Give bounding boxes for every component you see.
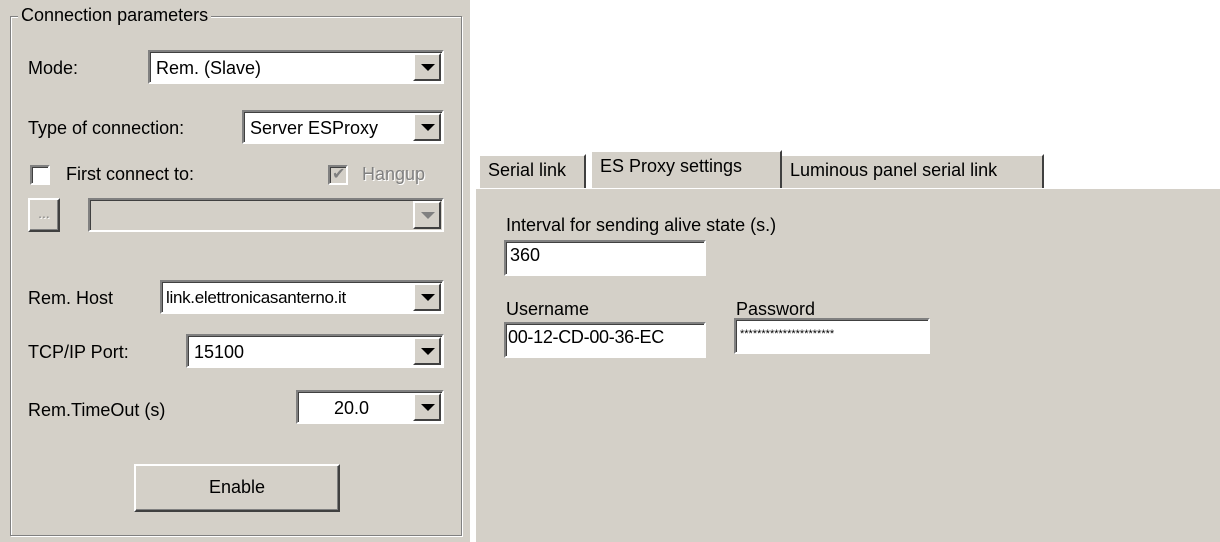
interval-value: 360 [510,245,541,265]
username-value: 00-12-CD-00-36-EC [508,327,664,347]
type-value: Server ESProxy [250,118,379,138]
chevron-down-icon[interactable] [413,393,441,421]
chevron-down-icon[interactable] [413,53,441,81]
port-label: TCP/IP Port: [28,342,129,362]
hangup-label: Hangup [362,164,426,184]
timeout-label: Rem.TimeOut (s) [28,400,166,420]
host-label: Rem. Host [28,288,114,308]
chevron-down-icon[interactable] [413,201,441,229]
host-select[interactable]: link.elettronicasanterno.it [160,280,444,314]
username-label: Username [506,299,590,319]
chevron-down-icon[interactable] [413,337,441,365]
type-select[interactable]: Server ESProxy [242,110,444,144]
host-value: link.elettronicasanterno.it [166,288,346,307]
interval-input[interactable]: 360 [504,240,706,276]
port-value: 15100 [194,342,245,362]
group-title: Connection parameters [18,4,212,26]
tab-label: ES Proxy settings [600,156,743,176]
tab-label: Luminous panel serial link [790,160,998,180]
mode-label: Mode: [28,58,79,78]
hangup-checkbox[interactable]: ✔ [328,165,348,185]
timeout-select[interactable]: 20.0 [296,390,444,424]
tab-luminous-panel[interactable]: Luminous panel serial link [780,154,1044,188]
browse-button[interactable]: ... [28,198,60,232]
connection-groupbox [10,16,462,536]
browse-button-label: ... [38,205,50,221]
checkmark-icon: ✔ [332,166,346,183]
first-connect-select[interactable] [88,198,444,232]
port-select[interactable]: 15100 [186,334,444,368]
password-label: Password [736,299,816,319]
interval-label: Interval for sending alive state (s.) [506,215,777,235]
mode-value: Rem. (Slave) [156,58,262,78]
enable-button-label: Enable [208,477,266,497]
tab-label: Serial link [488,160,567,180]
tab-serial-link[interactable]: Serial link [478,154,586,188]
password-value: ********************** [740,328,835,340]
chevron-down-icon[interactable] [413,283,441,311]
timeout-value: 20.0 [334,398,370,418]
enable-button[interactable]: Enable [134,464,340,512]
password-input[interactable]: ********************** [734,318,930,354]
type-label: Type of connection: [28,118,185,138]
tab-es-proxy-settings[interactable]: ES Proxy settings [590,150,782,188]
first-connect-checkbox[interactable] [30,165,50,185]
chevron-down-icon[interactable] [413,113,441,141]
first-connect-label: First connect to: [66,164,195,184]
mode-select[interactable]: Rem. (Slave) [148,50,444,84]
username-input[interactable]: 00-12-CD-00-36-EC [504,322,706,358]
